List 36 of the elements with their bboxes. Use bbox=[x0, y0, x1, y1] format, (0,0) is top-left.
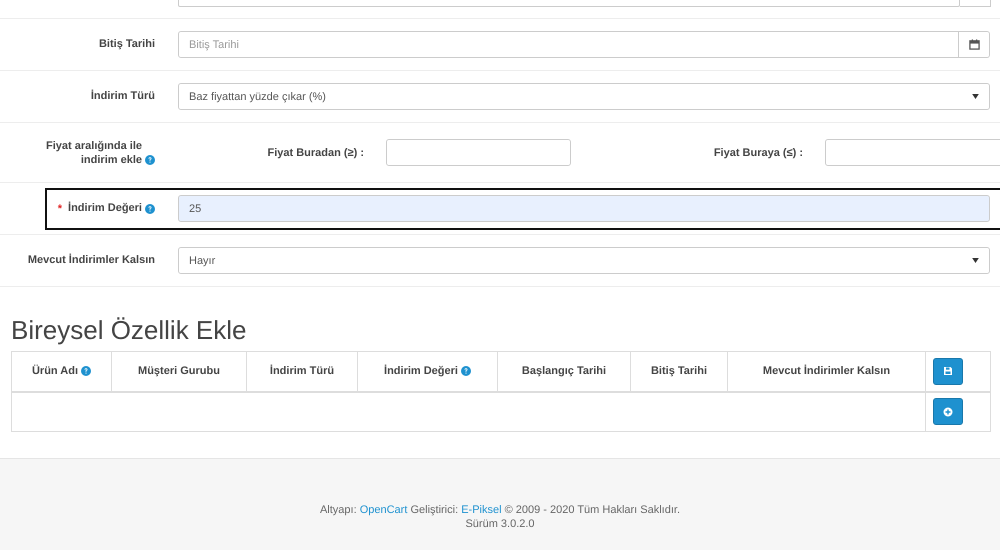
field-label: Fiyat aralığında ile indirim ekle bbox=[45, 138, 142, 166]
input-field[interactable]: 25 bbox=[178, 195, 990, 222]
select-dropdown[interactable]: Baz fiyattan yüzde çıkar (%) bbox=[178, 83, 990, 110]
input-field[interactable] bbox=[386, 139, 571, 166]
column-header: Bitiş Tarihi bbox=[650, 365, 708, 378]
column-header: İndirim Türü bbox=[270, 365, 334, 378]
field-label: Mevcut İndirimler Kalsın bbox=[28, 254, 155, 267]
footer-text: Altyapı: OpenCart Geliştirici: E-Piksel © 2009 - 2020 Tüm Hakları Saklıdır. bbox=[320, 503, 680, 517]
field-label: Bitiş Tarihi bbox=[98, 38, 155, 51]
field-label: Fiyat Buradan (≥) : bbox=[266, 146, 364, 158]
field-label: Fiyat Buraya (≤) : bbox=[712, 146, 803, 158]
column-header: İndirim Değeri bbox=[384, 365, 458, 378]
plus-circle-icon bbox=[943, 406, 953, 417]
column-header: Başlangıç Tarihi bbox=[522, 365, 606, 378]
caret-icon bbox=[972, 258, 979, 263]
column-header: Ürün Adı bbox=[32, 365, 78, 378]
help-icon[interactable] bbox=[145, 154, 155, 164]
column-header: Mevcut İndirimler Kalsın bbox=[762, 365, 890, 378]
caret-icon bbox=[972, 94, 979, 99]
help-icon[interactable] bbox=[145, 204, 155, 214]
input-field[interactable] bbox=[825, 139, 1000, 166]
calendar-icon bbox=[968, 39, 980, 50]
field-label: İndirim Türü bbox=[90, 90, 155, 103]
required-mark: * bbox=[58, 202, 62, 215]
input-field[interactable] bbox=[178, 0, 960, 7]
footer-text: Sürüm 3.0.2.0 bbox=[465, 517, 535, 531]
column-header: Müşteri Gurubu bbox=[138, 365, 220, 378]
add-button[interactable] bbox=[933, 398, 963, 426]
help-icon[interactable] bbox=[460, 366, 471, 376]
help-icon[interactable] bbox=[81, 366, 92, 376]
select-dropdown[interactable]: Hayır bbox=[178, 247, 990, 274]
section-title: Bireysel Özellik Ekle bbox=[11, 315, 248, 345]
save-button[interactable] bbox=[933, 358, 963, 385]
field-label: İndirim Değeri bbox=[68, 202, 142, 215]
calendar-button[interactable] bbox=[959, 31, 990, 58]
date-field[interactable]: Bitiş Tarihi bbox=[178, 31, 959, 58]
